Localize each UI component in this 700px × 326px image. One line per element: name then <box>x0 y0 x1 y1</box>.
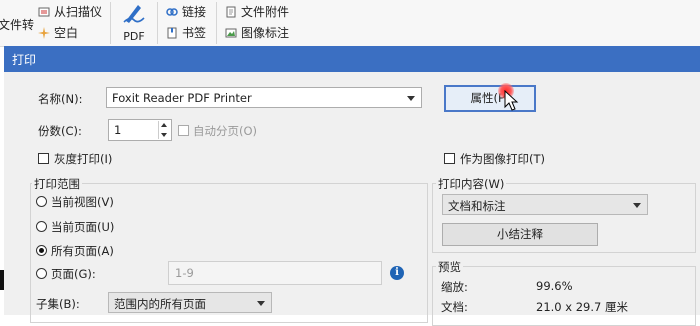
summarize-comments-button[interactable]: 小结注释 <box>442 223 598 246</box>
print-content-select[interactable]: 文档和标注 <box>442 194 648 215</box>
chevron-down-icon <box>257 301 265 306</box>
link-button[interactable]: 链接 <box>166 3 206 20</box>
file-attachment-button[interactable]: 文件附件 <box>225 3 289 20</box>
file-convert-label: 文件转 <box>0 18 35 32</box>
dialog-title: 打印 <box>12 53 37 67</box>
pages-label: 页面(G): <box>51 267 96 281</box>
collate-label: 自动分页(O) <box>193 124 258 138</box>
properties-button[interactable]: 属性(P) <box>444 85 536 112</box>
preview-title: 预览 <box>436 259 463 275</box>
chevron-down-icon <box>407 96 415 101</box>
attachment-icon <box>226 6 236 18</box>
chevron-up-icon <box>161 123 167 127</box>
grayscale-checkbox[interactable] <box>38 153 49 164</box>
subset-label: 子集(B): <box>36 297 80 311</box>
subset-value: 范围内的所有页面 <box>114 297 206 311</box>
ribbon-divider <box>216 2 217 44</box>
bookmark-label: 书签 <box>182 26 207 40</box>
ribbon-divider <box>157 2 158 44</box>
copies-label: 份数(C): <box>38 124 82 138</box>
scan-label: 从扫描仪 <box>54 5 103 19</box>
collate-checkbox[interactable] <box>178 125 189 136</box>
pdf-sign-icon <box>123 5 145 23</box>
background-page-edge <box>0 270 4 290</box>
current-view-label: 当前视图(V) <box>51 195 114 209</box>
image-icon <box>225 28 237 38</box>
document-size-value: 21.0 x 29.7 厘米 <box>536 300 628 314</box>
document-size-label: 文档: <box>441 300 468 314</box>
pages-input-value: 1-9 <box>175 266 194 280</box>
subset-select[interactable]: 范围内的所有页面 <box>108 292 272 313</box>
scanner-icon <box>38 7 50 17</box>
print-as-image-label: 作为图像打印(T) <box>460 152 545 166</box>
chevron-down-icon <box>161 133 167 137</box>
spin-up-button[interactable] <box>158 121 170 130</box>
mouse-pointer-icon <box>504 90 519 111</box>
printer-name-label: 名称(N): <box>38 92 83 106</box>
spin-down-button[interactable] <box>158 130 170 139</box>
all-pages-radio[interactable] <box>36 245 47 256</box>
bookmark-icon <box>167 27 177 39</box>
bookmark-button[interactable]: 书签 <box>166 24 206 41</box>
printer-select[interactable]: Foxit Reader PDF Printer <box>106 87 422 108</box>
copies-spinner[interactable]: 1 <box>108 119 172 141</box>
pdf-label: PDF <box>123 30 145 43</box>
zoom-value: 99.6% <box>536 279 573 293</box>
print-content-title: 打印内容(W) <box>436 176 507 192</box>
print-dialog: 打印 名称(N): Foxit Reader PDF Printer 属性(P)… <box>4 46 700 326</box>
scan-button[interactable]: 从扫描仪 <box>38 3 102 20</box>
preview-group <box>432 266 696 326</box>
current-page-label: 当前页面(U) <box>51 220 115 234</box>
blank-label: 空白 <box>54 26 79 40</box>
current-view-radio[interactable] <box>36 196 47 207</box>
image-annotation-button[interactable]: 图像标注 <box>225 24 289 41</box>
zoom-label: 缩放: <box>441 280 468 294</box>
image-annotation-label: 图像标注 <box>241 26 290 40</box>
pages-radio[interactable] <box>36 268 47 279</box>
pages-input[interactable]: 1-9 <box>168 261 382 285</box>
print-range-title: 打印范围 <box>32 176 82 192</box>
info-icon[interactable]: i <box>390 266 404 280</box>
pdf-button[interactable]: PDF <box>121 2 147 43</box>
link-icon <box>166 8 178 16</box>
print-content-value: 文档和标注 <box>448 199 506 213</box>
all-pages-label: 所有页面(A) <box>51 244 114 258</box>
blank-button[interactable]: 空白 <box>38 24 78 41</box>
ribbon-toolbar: 文件转 从扫描仪 空白 PDF 链接 书签 文件附件 图像标注 <box>0 0 700 47</box>
ribbon-divider <box>110 2 111 44</box>
blank-page-icon <box>38 27 50 39</box>
grayscale-label: 灰度打印(I) <box>54 152 113 166</box>
copies-value: 1 <box>114 123 122 137</box>
printer-value: Foxit Reader PDF Printer <box>112 91 252 105</box>
file-convert-button[interactable]: 文件转 <box>0 16 34 33</box>
dialog-titlebar[interactable]: 打印 <box>4 46 700 72</box>
print-as-image-checkbox[interactable] <box>444 153 455 164</box>
current-page-radio[interactable] <box>36 221 47 232</box>
attachment-label: 文件附件 <box>241 5 290 19</box>
link-label: 链接 <box>182 5 207 19</box>
chevron-down-icon <box>633 203 641 208</box>
summarize-comments-label: 小结注释 <box>497 227 543 241</box>
